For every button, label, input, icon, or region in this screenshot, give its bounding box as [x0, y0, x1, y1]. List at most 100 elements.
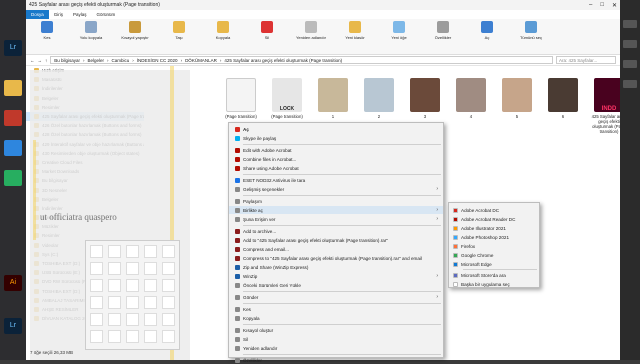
indd-label: INDD: [601, 106, 617, 112]
delete-button[interactable]: Sil: [250, 21, 284, 40]
file-name: 1: [331, 114, 335, 119]
context-menu-label: Kısayol oluştur: [243, 327, 274, 333]
illustrator-icon[interactable]: Ai: [4, 275, 22, 291]
crumb[interactable]: DÖKÜMANLAR: [185, 58, 217, 63]
open-with-item[interactable]: Adobe Illustrator 2021: [449, 224, 539, 232]
document-icon: [226, 78, 256, 112]
lightroom-icon-2[interactable]: Lr: [4, 318, 22, 334]
open-with-item[interactable]: Adobe Acrobat DC: [449, 206, 539, 214]
file-item[interactable]: 4: [450, 78, 492, 119]
close-icon[interactable]: ✕: [612, 2, 617, 9]
context-menu-item[interactable]: Önceki Sürümleri Geri Yükle: [229, 281, 443, 289]
context-menu-item[interactable]: Add to "425 Sayfalar arası geçiş efekti …: [229, 236, 443, 244]
context-menu-item[interactable]: Paylaşım: [229, 197, 443, 205]
context-menu-item[interactable]: Zip and Share (WinZip Express): [229, 263, 443, 271]
forward-icon[interactable]: →: [38, 58, 43, 63]
lock-label: LOCK: [279, 106, 295, 112]
context-menu-item[interactable]: Add to archive...: [229, 227, 443, 235]
file-item[interactable]: 1: [312, 78, 354, 119]
context-menu-item[interactable]: Share using Adobe Acrobat: [229, 164, 443, 172]
context-menu-item[interactable]: Compress to "425 Sayfalar arası geçiş ef…: [229, 254, 443, 262]
cut-button[interactable]: Kes: [30, 21, 64, 40]
open-with-item[interactable]: Google Chrome: [449, 251, 539, 259]
app-icon: [453, 272, 458, 278]
dock-button[interactable]: [623, 80, 637, 88]
new-folder-button[interactable]: Yeni klasör: [338, 21, 372, 40]
file-item[interactable]: 2: [358, 78, 400, 119]
app-icon-2[interactable]: [4, 140, 22, 156]
context-menu-item[interactable]: Yeniden adlandır: [229, 344, 443, 352]
context-menu-label: Paylaşım: [243, 198, 262, 204]
context-menu-item[interactable]: Aç: [229, 125, 443, 133]
context-menu-item[interactable]: Edit with Adobe Acrobat: [229, 146, 443, 154]
context-menu-item[interactable]: Gelişmiş seçenekler ›: [229, 185, 443, 193]
grid-cell: [144, 262, 157, 275]
file-item[interactable]: LOCK (Page transition): [266, 78, 308, 119]
tab-file[interactable]: Dosya: [26, 10, 49, 19]
dock-button[interactable]: [623, 20, 637, 28]
paste-shortcut-button[interactable]: Kısayol yapıştır: [118, 21, 152, 40]
open-with-item[interactable]: Microsoft Store'da ara: [449, 271, 539, 279]
context-menu-item[interactable]: Skype ile paylaş: [229, 134, 443, 142]
lightroom-icon[interactable]: Lr: [4, 40, 22, 56]
crumb[interactable]: 425 Sayfalar arası geçiş efekti oluşturm…: [224, 58, 342, 63]
open-with-item[interactable]: Başka bir uygulama seç: [449, 280, 539, 288]
new-item-button[interactable]: Yeni öğe: [382, 21, 416, 40]
back-icon[interactable]: ←: [30, 58, 35, 63]
context-menu-item[interactable]: Özellikler: [229, 356, 443, 364]
crumb[interactable]: İNDESİGN CC 2020: [137, 58, 178, 63]
menu-item-icon: [235, 237, 240, 243]
up-icon[interactable]: ↑: [45, 58, 47, 63]
context-menu-item[interactable]: Combine files in Acrobat...: [229, 155, 443, 163]
context-menu-item[interactable]: ESET NOD32 Antivirus ile tara: [229, 176, 443, 184]
maximize-icon[interactable]: □: [600, 2, 604, 9]
app-icon-3[interactable]: [4, 170, 22, 186]
minimize-icon[interactable]: –: [589, 2, 592, 9]
search-input[interactable]: Ara: 425 Sayfalar...: [556, 56, 616, 64]
menu-item-icon: [235, 216, 240, 222]
open-with-item[interactable]: Firefox: [449, 242, 539, 250]
copy-button[interactable]: Kopyala: [206, 21, 240, 40]
copy-path-button[interactable]: Yolu kopyala: [74, 21, 108, 40]
file-item[interactable]: 6: [542, 78, 584, 119]
rename-button[interactable]: Yeniden adlandır: [294, 21, 328, 40]
context-menu-item[interactable]: Şuna Erişim ver ›: [229, 215, 443, 223]
open-with-label: Adobe Illustrator 2021: [461, 225, 506, 231]
breadcrumb[interactable]: Bu bilgisayar › Belgeler › Cambicu › İNDESİ…: [50, 56, 553, 64]
move-button[interactable]: Taşı: [162, 21, 196, 40]
dock-button[interactable]: [623, 40, 637, 48]
select-all-button[interactable]: Tümünü seç: [514, 21, 548, 40]
context-menu-label: Kes: [243, 306, 251, 312]
open-button[interactable]: Aç: [470, 21, 504, 40]
context-menu-label: Kopyala: [243, 315, 260, 321]
context-menu-item[interactable]: Gönder ›: [229, 293, 443, 301]
tab-view[interactable]: Görünüm: [92, 12, 121, 17]
open-with-label: Başka bir uygulama seç: [461, 281, 510, 287]
open-with-item[interactable]: Adobe Acrobat Reader DC: [449, 215, 539, 223]
crumb[interactable]: Bu bilgisayar: [54, 58, 80, 63]
file-item[interactable]: 3: [404, 78, 446, 119]
tab-share[interactable]: Paylaş: [68, 12, 92, 17]
context-menu-item[interactable]: Birlikte aç ›: [229, 206, 443, 214]
file-item[interactable]: (Page transition): [220, 78, 262, 119]
file-item[interactable]: 5: [496, 78, 538, 119]
tab-home[interactable]: Giriş: [49, 12, 68, 17]
crumb[interactable]: Belgeler: [88, 58, 105, 63]
context-menu-label: Özellikler: [243, 357, 262, 363]
app-icon[interactable]: [4, 110, 22, 126]
context-menu-item[interactable]: Kes: [229, 305, 443, 313]
folder-icon[interactable]: [4, 80, 22, 96]
menu-item-icon: [235, 207, 240, 213]
open-with-item[interactable]: Adobe Photoshop 2021: [449, 233, 539, 241]
crumb[interactable]: Cambicu: [112, 58, 130, 63]
context-menu-item[interactable]: Kısayol oluştur: [229, 326, 443, 334]
context-menu-item[interactable]: Compress and email...: [229, 245, 443, 253]
dock-button[interactable]: [623, 60, 637, 68]
menu-separator: [243, 195, 441, 196]
context-menu-item[interactable]: Sil: [229, 335, 443, 343]
properties-button[interactable]: Özellikler: [426, 21, 460, 40]
context-menu-item[interactable]: Kopyala: [229, 314, 443, 322]
context-menu-item[interactable]: WinZip ›: [229, 272, 443, 280]
open-with-item[interactable]: Microsoft Edge: [449, 260, 539, 268]
menu-item-icon: [235, 177, 240, 183]
